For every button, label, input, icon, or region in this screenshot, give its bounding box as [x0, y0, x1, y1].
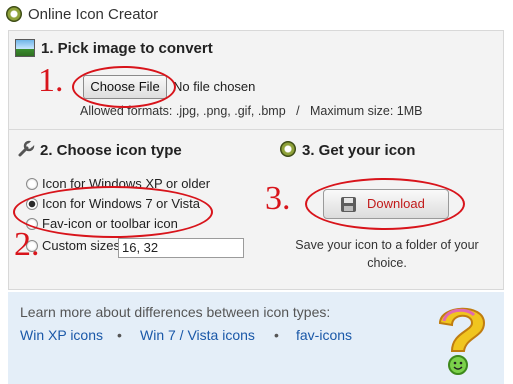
step1-title: 1. Pick image to convert	[41, 40, 213, 57]
ring-icon	[280, 141, 296, 157]
bullet-separator: •	[117, 327, 122, 343]
annotation-step-1: 1.	[38, 62, 64, 99]
annotation-oval-download	[305, 178, 465, 230]
info-text: Learn more about differences between ico…	[20, 304, 331, 320]
custom-sizes-input[interactable]: 16, 32	[118, 238, 244, 258]
window-title: Online Icon Creator	[28, 6, 159, 23]
radio-custom-label: Custom sizes	[42, 238, 121, 253]
file-status: No file chosen	[173, 79, 256, 94]
app-icon	[6, 6, 22, 22]
annotation-step-2: 2.	[14, 226, 40, 263]
radio-winxp[interactable]	[26, 178, 38, 190]
link-winxp-icons[interactable]: Win XP icons	[20, 327, 103, 343]
link-fav-icons[interactable]: fav-icons	[296, 327, 352, 343]
question-mark-icon	[438, 307, 486, 375]
step3-title: 3. Get your icon	[302, 142, 416, 159]
annotation-oval-icon-type	[13, 186, 213, 238]
picture-icon	[15, 39, 35, 57]
title-bar: Online Icon Creator	[0, 0, 513, 30]
wrench-icon	[18, 140, 35, 157]
save-hint: Save your icon to a folder of your choic…	[295, 238, 479, 270]
bullet-separator: •	[274, 327, 279, 343]
step2-title: 2. Choose icon type	[40, 142, 182, 159]
annotation-step-3: 3.	[265, 180, 291, 217]
link-win7-vista-icons[interactable]: Win 7 / Vista icons	[140, 327, 255, 343]
section-divider	[8, 129, 504, 130]
annotation-oval-choose-file	[72, 66, 176, 108]
